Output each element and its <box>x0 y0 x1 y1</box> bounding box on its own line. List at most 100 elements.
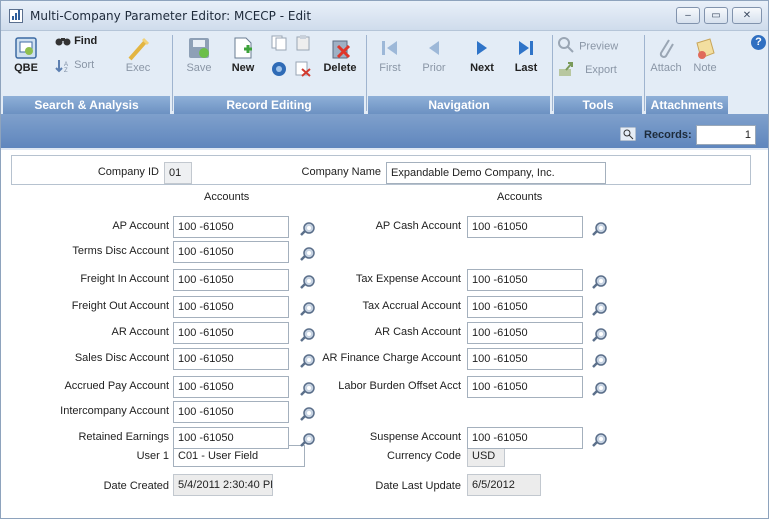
lookup-icon[interactable] <box>300 353 317 368</box>
close-button[interactable]: ✕ <box>732 7 762 24</box>
right-account-field[interactable]: 100 -61050 <box>467 322 583 344</box>
lookup-icon[interactable] <box>592 381 609 396</box>
date-created-label: Date Created <box>103 480 169 492</box>
first-button[interactable]: First <box>372 39 408 74</box>
preview-icon <box>558 37 576 56</box>
left-account-field[interactable]: 100 -61050 <box>173 376 289 398</box>
date-last-update-field[interactable]: 6/5/2012 <box>467 474 541 496</box>
right-account-field[interactable]: 100 -61050 <box>467 427 583 449</box>
accounts-header-left: Accounts <box>204 191 250 203</box>
lookup-icon[interactable] <box>300 221 317 236</box>
sort-button[interactable]: AZ Sort <box>55 59 105 74</box>
delete-x-icon <box>295 61 311 77</box>
right-account-label: Tax Expense Account <box>355 273 461 285</box>
company-id-field[interactable]: 01 <box>164 162 192 184</box>
date-created-field[interactable]: 5/4/2011 2:30:40 PM <box>173 474 273 496</box>
group-search-analysis: QBE Find AZ Sort Exec Search & Analysis <box>3 33 170 114</box>
refresh-button[interactable] <box>270 61 288 77</box>
separator <box>366 35 367 111</box>
left-account-field[interactable]: 100 -61050 <box>173 269 289 291</box>
ribbon-toolbar: QBE Find AZ Sort Exec Search & Analysis <box>1 31 768 114</box>
delete-button[interactable]: Delete <box>320 37 360 74</box>
export-button[interactable]: Export <box>558 61 640 80</box>
new-button[interactable]: New <box>226 37 260 74</box>
lookup-icon[interactable] <box>592 274 609 289</box>
lookup-icon[interactable] <box>300 432 317 447</box>
left-account-label: Retained Earnings <box>78 431 169 443</box>
save-button[interactable]: Save <box>182 37 216 74</box>
lookup-icon[interactable] <box>300 246 317 261</box>
lookup-icon[interactable] <box>592 432 609 447</box>
lookup-icon[interactable] <box>592 301 609 316</box>
maximize-button[interactable]: ▭ <box>704 7 728 24</box>
note-icon <box>696 38 715 59</box>
lookup-icon[interactable] <box>592 353 609 368</box>
help-icon[interactable]: ? <box>751 35 766 50</box>
company-name-field[interactable]: Expandable Demo Company, Inc. <box>386 162 606 184</box>
attach-button[interactable]: Attach <box>648 37 684 74</box>
lookup-icon[interactable] <box>300 301 317 316</box>
exec-button[interactable]: Exec <box>121 37 155 74</box>
left-account-label: AR Account <box>111 326 169 338</box>
last-icon <box>519 41 533 55</box>
title-bar[interactable]: Multi-Company Parameter Editor: MCECP - … <box>1 1 768 31</box>
app-icon <box>9 9 23 23</box>
group-navigation: First Prior Next Last Navigation <box>368 33 550 114</box>
lookup-icon[interactable] <box>300 327 317 342</box>
left-account-field[interactable]: 100 -61050 <box>173 401 289 423</box>
prior-icon <box>429 41 439 55</box>
separator <box>552 35 553 111</box>
delete-row-button[interactable] <box>294 61 312 77</box>
lookup-icon[interactable] <box>592 221 609 236</box>
right-account-label: Labor Burden Offset Acct <box>338 380 461 392</box>
note-button[interactable]: Note <box>686 37 724 74</box>
right-account-label: AR Finance Charge Account <box>322 352 461 364</box>
user1-label: User 1 <box>136 450 169 462</box>
right-account-field[interactable]: 100 -61050 <box>467 348 583 370</box>
save-icon <box>189 38 209 58</box>
left-account-field[interactable]: 100 -61050 <box>173 216 289 238</box>
left-account-label: AP Account <box>112 220 169 232</box>
right-account-field[interactable]: 100 -61050 <box>467 269 583 291</box>
group-title-search-analysis: Search & Analysis <box>3 96 170 114</box>
svg-text:Z: Z <box>64 68 68 73</box>
lookup-icon[interactable] <box>592 327 609 342</box>
lookup-icon[interactable] <box>300 274 317 289</box>
find-button[interactable]: Find <box>55 35 105 47</box>
first-icon <box>382 41 397 55</box>
qbe-icon <box>15 37 37 59</box>
right-account-field[interactable]: 100 -61050 <box>467 376 583 398</box>
left-account-field[interactable]: 100 -61050 <box>173 427 289 449</box>
copy-button[interactable] <box>270 35 288 51</box>
next-button[interactable]: Next <box>464 39 500 74</box>
left-account-field[interactable]: 100 -61050 <box>173 322 289 344</box>
group-title-attachments: Attachments <box>646 96 728 114</box>
left-account-field[interactable]: 100 -61050 <box>173 348 289 370</box>
group-tools: Preview Export Tools <box>554 33 642 114</box>
window-title: Multi-Company Parameter Editor: MCECP - … <box>30 9 312 23</box>
wand-icon <box>128 37 149 61</box>
lookup-icon[interactable] <box>300 381 317 396</box>
right-account-label: AP Cash Account <box>375 220 461 232</box>
right-account-field[interactable]: 100 -61050 <box>467 296 583 318</box>
qbe-button[interactable]: QBE <box>11 37 41 74</box>
left-account-label: Sales Disc Account <box>74 352 169 364</box>
refresh-icon <box>272 62 286 76</box>
preview-button[interactable]: Preview <box>558 37 640 56</box>
paperclip-icon <box>659 39 674 58</box>
last-button[interactable]: Last <box>508 39 544 74</box>
left-account-label: Terms Disc Account <box>72 245 169 257</box>
prior-button[interactable]: Prior <box>416 39 452 74</box>
group-title-record-editing: Record Editing <box>174 96 364 114</box>
company-id-label: Company ID <box>97 166 159 178</box>
form-area: Company ID 01 Company Name Expandable De… <box>1 150 768 518</box>
minimize-button[interactable]: ‒ <box>676 7 700 24</box>
trash-icon <box>332 40 351 59</box>
records-search-icon[interactable] <box>619 126 637 144</box>
right-account-field[interactable]: 100 -61050 <box>467 216 583 238</box>
lookup-icon[interactable] <box>300 406 317 421</box>
left-account-field[interactable]: 100 -61050 <box>173 296 289 318</box>
paste-button[interactable] <box>294 35 312 51</box>
group-record-editing: Save New Delete Record Editing <box>174 33 364 114</box>
left-account-field[interactable]: 100 -61050 <box>173 241 289 263</box>
